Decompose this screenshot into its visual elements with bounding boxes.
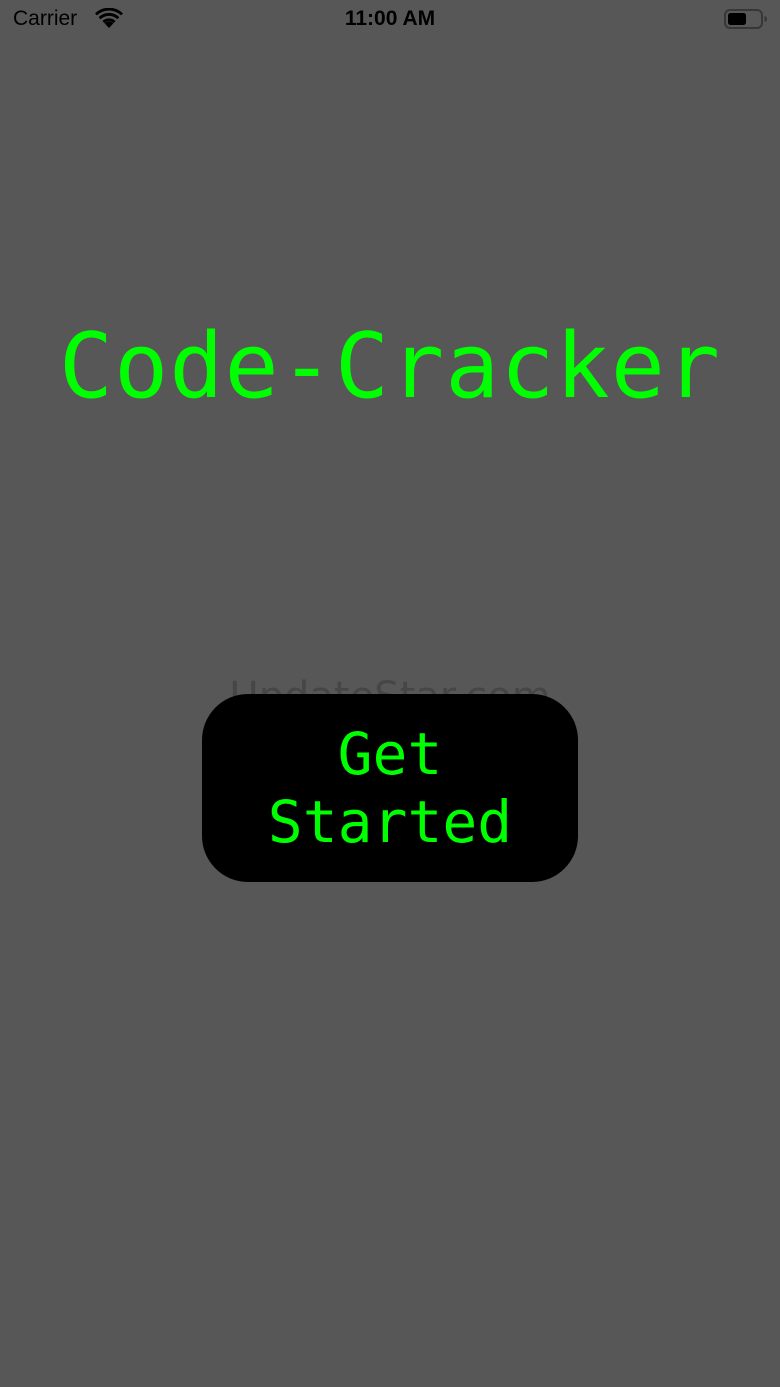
app-title: Code-Cracker — [58, 314, 722, 419]
battery-icon — [724, 9, 768, 29]
status-bar: Carrier 11:00 AM — [0, 0, 780, 40]
get-started-button[interactable]: Get Started — [202, 694, 578, 882]
status-time: 11:00 AM — [344, 7, 436, 30]
